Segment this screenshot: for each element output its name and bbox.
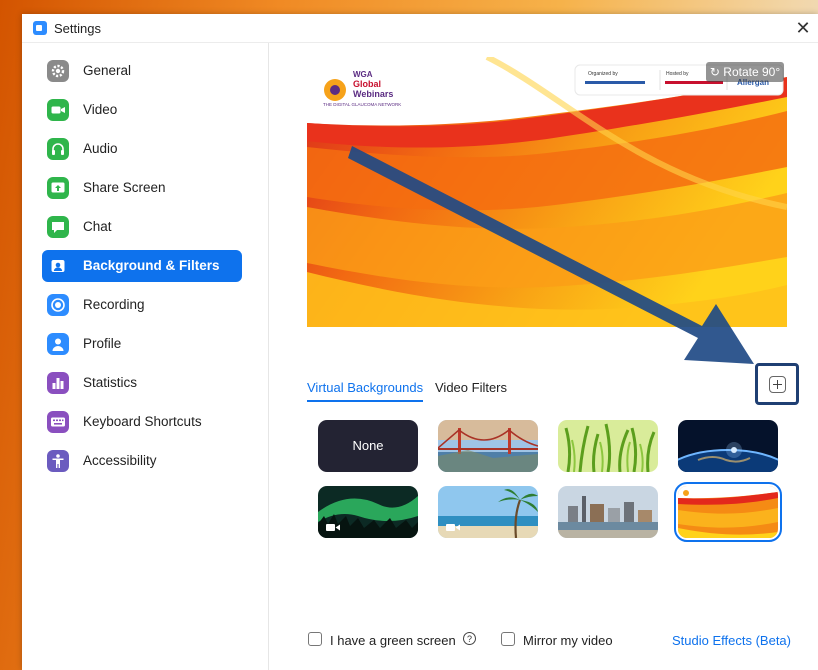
sidebar-item-label: Accessibility: [83, 453, 157, 468]
sidebar-item-label: Video: [83, 102, 118, 117]
sidebar-item-label: Share Screen: [83, 180, 166, 195]
gear-icon: [47, 60, 69, 82]
logo-webinars-text: Webinars: [353, 89, 394, 99]
sidebar-item-label: Keyboard Shortcuts: [83, 414, 202, 429]
chat-bubble-icon: [47, 216, 69, 238]
organized-by-label: Organized by: [588, 71, 618, 77]
title-bar: Settings ✕: [22, 14, 818, 43]
rotate-label: Rotate 90°: [723, 65, 781, 79]
background-thumb-custom-webinar[interactable]: [674, 482, 782, 542]
sidebar-item-recording[interactable]: Recording: [42, 289, 242, 321]
sidebar-item-statistics[interactable]: Statistics: [42, 367, 242, 399]
sidebar-item-label: Recording: [83, 297, 145, 312]
background-thumb-aurora[interactable]: [318, 486, 418, 538]
sidebar-item-video[interactable]: Video: [42, 94, 242, 126]
sidebar-item-label: Statistics: [83, 375, 138, 390]
sidebar-item-profile[interactable]: Profile: [42, 328, 242, 360]
sidebar-item-share-screen[interactable]: Share Screen: [42, 172, 242, 204]
logo-wga-text: WGA: [353, 70, 373, 79]
studio-effects-link[interactable]: Studio Effects (Beta): [672, 633, 791, 648]
person-icon: [47, 333, 69, 355]
sidebar-item-background-filters[interactable]: Background & Filters: [42, 250, 242, 282]
bar-chart-icon: [47, 372, 69, 394]
background-thumb-none[interactable]: None: [318, 420, 418, 472]
headphones-icon: [47, 138, 69, 160]
share-screen-icon: [47, 177, 69, 199]
rotate-90-button[interactable]: ↻ Rotate 90°: [706, 62, 784, 82]
sidebar-item-label: Profile: [83, 336, 122, 351]
settings-window: Settings ✕ General Video Audio Share Scr…: [22, 14, 818, 670]
window-title: Settings: [54, 21, 101, 36]
tab-virtual-backgrounds[interactable]: Virtual Backgrounds: [307, 380, 424, 402]
sidebar-item-label: Audio: [83, 141, 118, 156]
logo-tagline: THE DIGITAL GLAUCOMA NETWORK: [323, 102, 402, 107]
sidebar-item-general[interactable]: General: [42, 55, 242, 87]
mirror-video-checkbox[interactable]: [501, 632, 515, 646]
background-thumb-earth-space[interactable]: [678, 420, 778, 472]
accessibility-icon: [47, 450, 69, 472]
zoom-app-icon: [33, 21, 47, 35]
background-thumb-city-waterfront[interactable]: [558, 486, 658, 538]
video-indicator-icon: [446, 524, 460, 531]
background-thumb-golden-gate[interactable]: [438, 420, 538, 472]
background-preview: WGA Global Webinars THE DIGITAL GLAUCOMA…: [307, 57, 787, 327]
background-person-icon: [47, 255, 69, 277]
settings-sidebar: General Video Audio Share Screen Chat Ba…: [22, 43, 269, 670]
green-screen-label: I have a green screen: [330, 633, 456, 648]
sidebar-item-label: Background & Filters: [83, 258, 220, 273]
rotate-icon: ↻: [709, 65, 720, 79]
sidebar-item-audio[interactable]: Audio: [42, 133, 242, 165]
close-button[interactable]: ✕: [792, 17, 814, 39]
green-screen-checkbox[interactable]: [308, 632, 322, 646]
mirror-video-label: Mirror my video: [523, 633, 613, 648]
background-thumb-beach[interactable]: [438, 486, 538, 538]
sidebar-item-label: Chat: [83, 219, 112, 234]
sidebar-item-label: General: [83, 63, 132, 78]
sidebar-item-keyboard-shortcuts[interactable]: Keyboard Shortcuts: [42, 406, 242, 438]
background-thumb-grass[interactable]: [558, 420, 658, 472]
hosted-by-label: Hosted by: [666, 71, 689, 77]
tab-video-filters[interactable]: Video Filters: [435, 380, 507, 400]
video-indicator-icon: [326, 524, 340, 531]
record-icon: [47, 294, 69, 316]
video-camera-icon: [47, 99, 69, 121]
logo-global-text: Global: [353, 79, 382, 89]
sidebar-item-accessibility[interactable]: Accessibility: [42, 445, 242, 477]
keyboard-icon: [47, 411, 69, 433]
help-icon[interactable]: ?: [463, 632, 476, 645]
sidebar-item-chat[interactable]: Chat: [42, 211, 242, 243]
add-background-button[interactable]: [769, 376, 786, 393]
